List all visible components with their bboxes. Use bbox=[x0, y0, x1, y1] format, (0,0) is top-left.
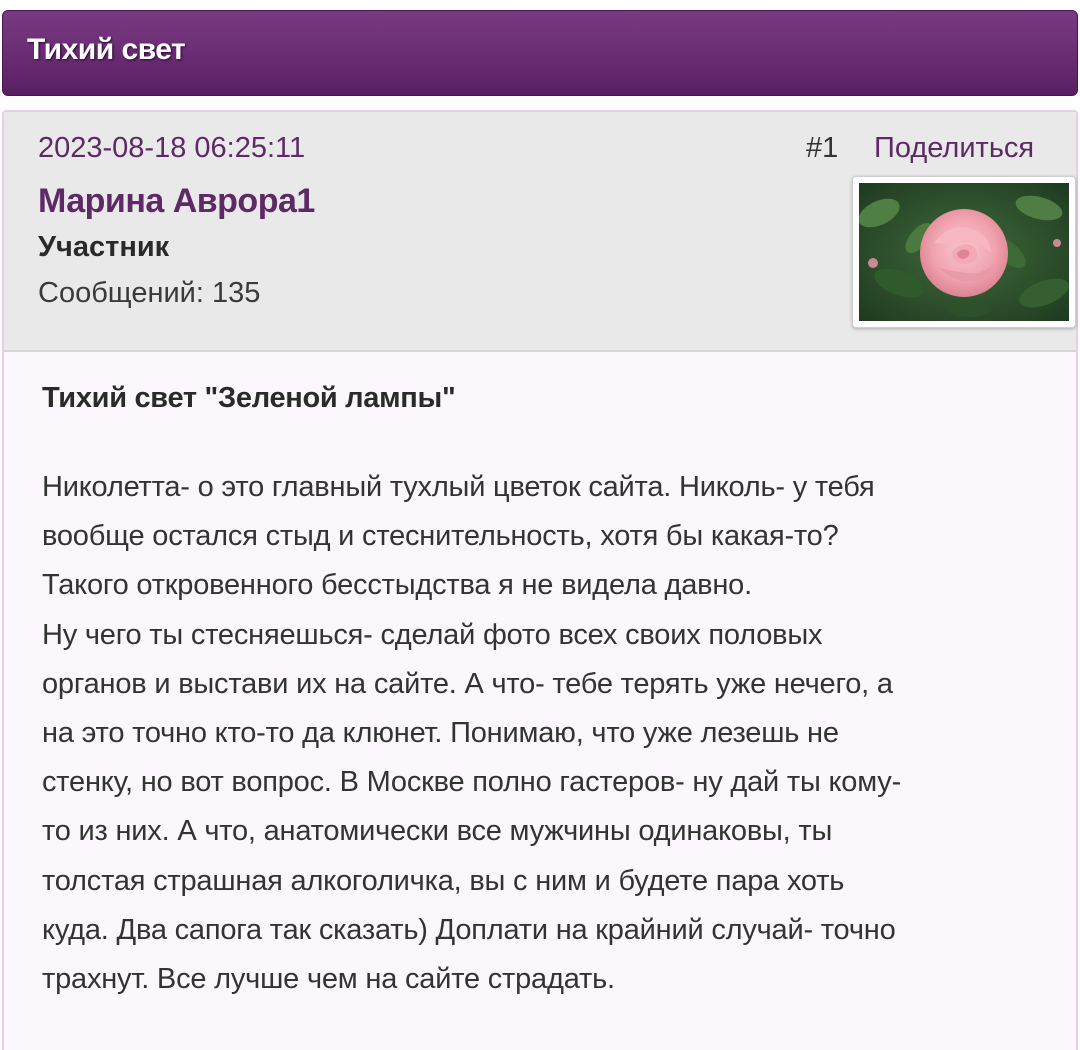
post-text-line: органов и выстави их на сайте. А что- те… bbox=[42, 667, 893, 700]
author-role: Участник bbox=[38, 231, 170, 263]
avatar[interactable] bbox=[852, 176, 1076, 328]
post-text-line: трахнут. Все лучше чем на сайте страдать… bbox=[42, 963, 615, 996]
author-name[interactable]: Марина Аврора1 bbox=[38, 182, 315, 221]
post-number[interactable]: #1 bbox=[806, 132, 838, 165]
post-text-line: куда. Два сапога так сказать) Доплати на… bbox=[42, 913, 896, 946]
post-text-line: стенку, но вот вопрос. В Москве полно га… bbox=[42, 766, 902, 799]
author-post-count: Сообщений: 135 bbox=[38, 277, 261, 309]
post-text-line: Такого откровенного бесстыдства я не вид… bbox=[42, 569, 752, 602]
topic-title: Тихий свет bbox=[27, 33, 186, 66]
post-text-line: Ну чего ты стесняешься- сделай фото всех… bbox=[42, 618, 823, 651]
topic-header: Тихий свет bbox=[2, 10, 1078, 96]
post-text-line: вообще остался стыд и стеснительность, х… bbox=[42, 520, 839, 553]
post-text-line: Николетта- о это главный тухлый цветок с… bbox=[42, 471, 875, 503]
post-body: Тихий свет "Зеленой лампы" Николетта- о … bbox=[42, 382, 1052, 1004]
forum-post: 2023-08-18 06:25:11 #1 Поделиться Марина… bbox=[2, 110, 1078, 1050]
post-text: Николетта- о это главный тухлый цветок с… bbox=[42, 463, 1052, 1004]
post-date: 2023-08-18 06:25:11 bbox=[38, 132, 306, 164]
share-link[interactable]: Поделиться bbox=[874, 132, 1034, 165]
post-text-line: на это точно кто-то да клюнет. Понимаю, … bbox=[42, 717, 839, 750]
post-header: 2023-08-18 06:25:11 #1 Поделиться Марина… bbox=[4, 112, 1076, 352]
post-title: Тихий свет "Зеленой лампы" bbox=[42, 382, 456, 414]
post-text-line: толстая страшная алкоголичка, вы с ним и… bbox=[42, 864, 845, 897]
rose-avatar-icon bbox=[859, 183, 1069, 321]
post-text-line: то из них. А что, анатомически все мужчи… bbox=[42, 815, 833, 848]
